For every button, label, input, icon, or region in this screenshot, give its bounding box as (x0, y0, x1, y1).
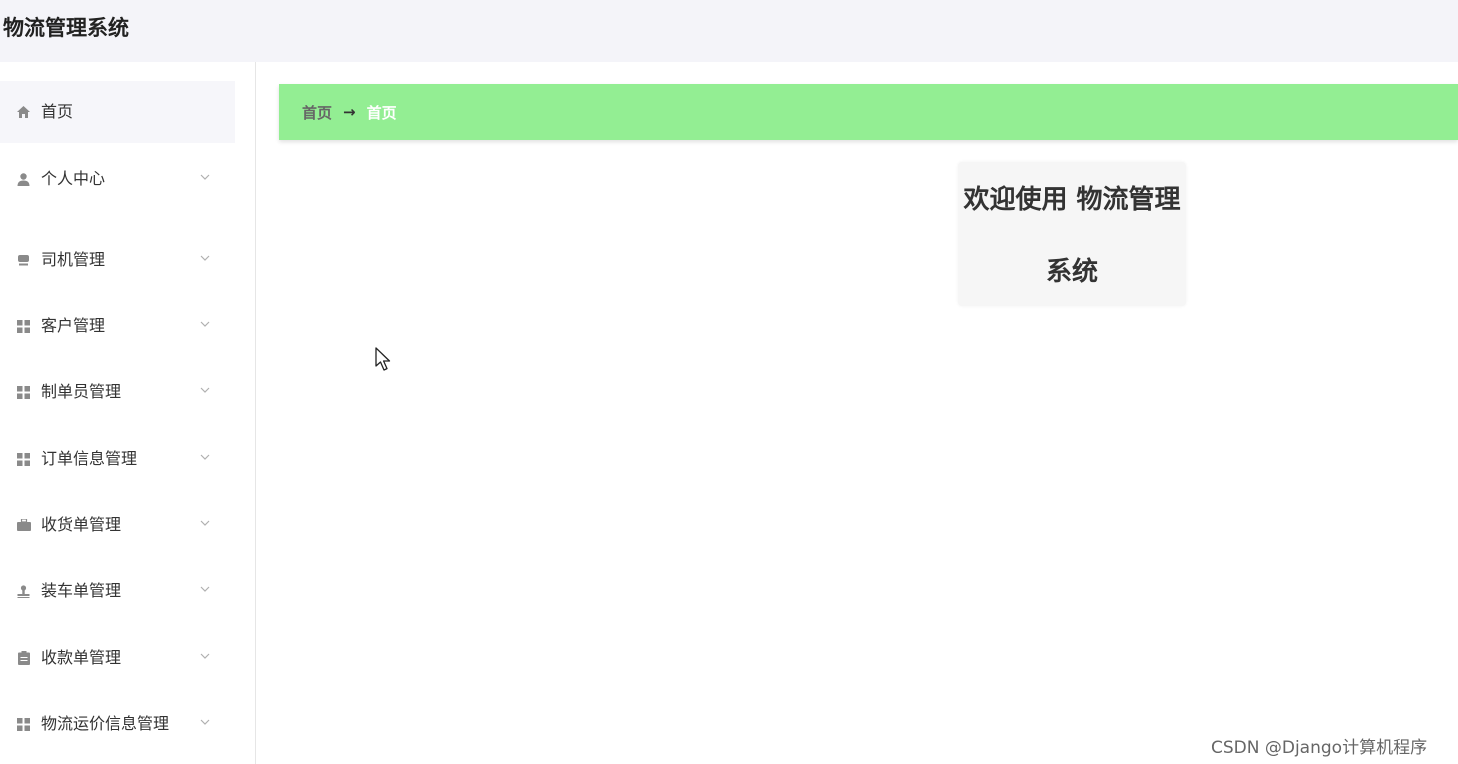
chevron-down-icon[interactable] (199, 318, 211, 330)
clipboard-icon (16, 651, 31, 666)
mouse-cursor-icon (375, 347, 391, 371)
breadcrumb-arrow-icon: → (343, 103, 356, 121)
sidebar-item-label: 收款单管理 (41, 648, 122, 667)
stamp-icon (16, 584, 31, 599)
chevron-down-icon[interactable] (199, 171, 211, 183)
sidebar-menu: 首页 个人中心 司机管理 客户管理 制单员管理 订单信息管理 收货单管理 装车单… (0, 62, 256, 764)
sidebar-item-freight-rates[interactable]: 物流运价信息管理 (0, 693, 235, 755)
sidebar-item-label: 司机管理 (41, 250, 106, 269)
chevron-down-icon[interactable] (199, 384, 211, 396)
briefcase-icon (16, 518, 31, 533)
sidebar-item-label: 物流运价信息管理 (41, 714, 170, 733)
sidebar-item-label: 个人中心 (41, 169, 106, 188)
grid-icon (16, 385, 31, 400)
sidebar-item-label: 首页 (41, 102, 74, 121)
chevron-down-icon[interactable] (199, 252, 211, 264)
sidebar-item-label: 装车单管理 (41, 581, 122, 600)
sidebar-item-drivers[interactable]: 司机管理 (0, 229, 235, 291)
watermark-text: CSDN @Django计算机程序 (1211, 738, 1428, 758)
sidebar-item-orders[interactable]: 订单信息管理 (0, 428, 235, 490)
breadcrumb-parent-link[interactable]: 首页 (302, 102, 332, 123)
chevron-down-icon[interactable] (199, 716, 211, 728)
sidebar-item-customers[interactable]: 客户管理 (0, 295, 235, 357)
sidebar-item-label: 客户管理 (41, 316, 106, 335)
sidebar-item-payments[interactable]: 收款单管理 (0, 627, 235, 689)
sidebar-item-label: 收货单管理 (41, 515, 122, 534)
chevron-down-icon[interactable] (199, 517, 211, 529)
sidebar-item-label: 订单信息管理 (41, 449, 138, 468)
user-icon (16, 172, 31, 187)
grid-icon (16, 452, 31, 467)
top-header: 物流管理系统 (0, 0, 1458, 62)
welcome-text-line2: 系统 (1045, 257, 1098, 287)
sidebar-item-loading[interactable]: 装车单管理 (0, 560, 235, 622)
sidebar-item-receipts[interactable]: 收货单管理 (0, 494, 235, 556)
breadcrumb: 首页 → 首页 (279, 84, 1458, 140)
sidebar-item-profile[interactable]: 个人中心 (0, 148, 235, 210)
chevron-down-icon[interactable] (199, 451, 211, 463)
app-title: 物流管理系统 (3, 16, 129, 40)
welcome-card: 欢迎使用 物流管理 系统 (958, 162, 1186, 306)
grid-icon (16, 319, 31, 334)
grid-icon (16, 717, 31, 732)
chevron-down-icon[interactable] (199, 583, 211, 595)
welcome-text-line1: 欢迎使用 物流管理 (963, 185, 1181, 215)
breadcrumb-current: 首页 (366, 103, 397, 122)
sidebar-item-clerks[interactable]: 制单员管理 (0, 361, 235, 423)
sidebar-item-label: 制单员管理 (41, 382, 122, 401)
chevron-down-icon[interactable] (199, 650, 211, 662)
car-icon (16, 253, 31, 268)
home-icon (16, 105, 31, 120)
sidebar-item-home[interactable]: 首页 (0, 81, 235, 143)
